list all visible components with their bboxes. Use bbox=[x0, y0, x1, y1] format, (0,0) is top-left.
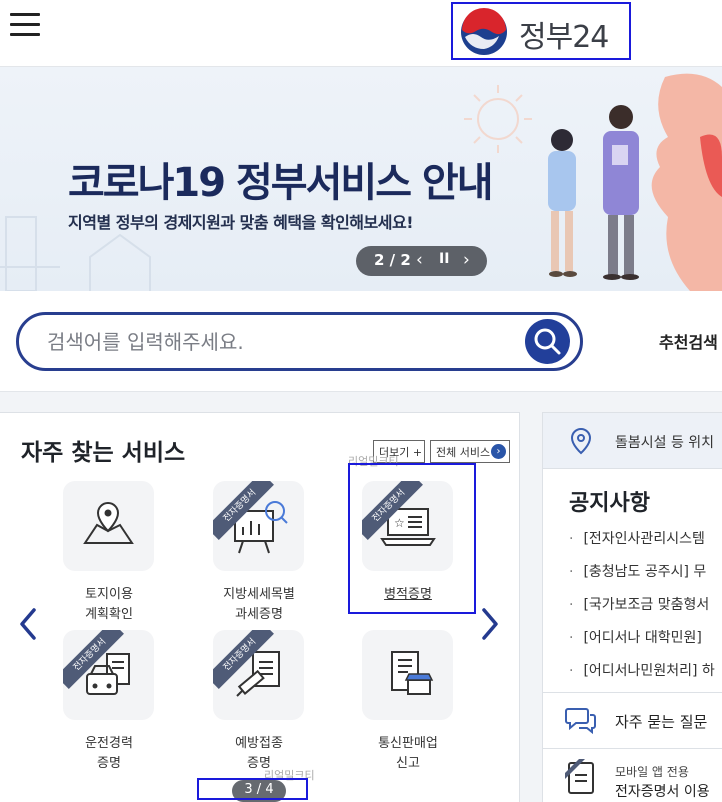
notice-item[interactable]: · [어디서나 대학민원] bbox=[569, 627, 702, 647]
service-label: 토지이용 계획확인 bbox=[85, 587, 133, 622]
banner-subtitle: 지역별 정부의 경제지원과 맞춤 혜택을 확인해보세요! bbox=[68, 213, 414, 232]
search-button[interactable] bbox=[525, 319, 570, 364]
search-box bbox=[16, 312, 583, 371]
mobile-line-1: 모바일 앱 전용 bbox=[615, 765, 689, 779]
notice-text: [전자인사관리시스템 bbox=[583, 531, 705, 547]
pause-icon[interactable]: II bbox=[439, 251, 449, 267]
notice-text: [국가보조금 맞춤형서 bbox=[583, 597, 710, 613]
slide-counter: 2 / 2 bbox=[374, 251, 411, 269]
notice-item[interactable]: · [충청남도 공주시] 무 bbox=[569, 561, 706, 581]
notice-title: 공지사항 bbox=[569, 491, 650, 516]
taegeuk-logo-icon bbox=[461, 8, 507, 55]
all-services-button[interactable]: 전체 서비스 › bbox=[430, 440, 510, 463]
notice-text: [어디서나 대학민원] bbox=[583, 630, 702, 646]
search-section: 추천검색 bbox=[0, 291, 722, 392]
service-item-local-tax[interactable]: 전자증명서 지방세세목별 과세증명 bbox=[199, 481, 319, 631]
notice-text: [충청남도 공주시] 무 bbox=[583, 564, 707, 580]
search-input[interactable] bbox=[47, 327, 477, 357]
syringe-document-icon: 전자증명서 bbox=[213, 630, 304, 720]
notice-item[interactable]: · [어디서나민원처리] 하 bbox=[569, 660, 715, 680]
service-item-land-use[interactable]: 토지이용 계획확인 bbox=[49, 481, 169, 631]
search-icon bbox=[534, 328, 561, 355]
arrow-right-icon: › bbox=[491, 444, 506, 459]
highlight-box bbox=[197, 778, 308, 800]
slider-control: 2 / 2 ‹ II › bbox=[356, 246, 487, 276]
service-label: 지방세세목별 과세증명 bbox=[223, 587, 295, 622]
chevron-right-icon[interactable] bbox=[478, 606, 502, 642]
chat-bubble-icon bbox=[565, 708, 596, 735]
logo-text: 정부24 bbox=[519, 20, 609, 55]
chevron-left-icon[interactable] bbox=[16, 606, 40, 642]
chevron-left-icon[interactable]: ‹ bbox=[416, 250, 423, 270]
gov24-logo[interactable]: 정부24 bbox=[451, 2, 631, 60]
faq-link[interactable]: 자주 묻는 질문 bbox=[543, 692, 722, 748]
recommended-search-label[interactable]: 추천검색 bbox=[659, 329, 718, 353]
chart-board-icon: 전자증명서 bbox=[213, 481, 304, 571]
care-facility-link[interactable]: 돌봄시설 등 위치 bbox=[543, 413, 722, 469]
mobile-certificate-icon bbox=[565, 759, 594, 794]
service-item-online-sales[interactable]: 통신판매업 신고 bbox=[348, 630, 468, 780]
app-header: 정부24 bbox=[0, 0, 722, 67]
service-label: 운전경력 증명 bbox=[85, 736, 133, 771]
chevron-right-icon[interactable]: › bbox=[463, 250, 470, 270]
mobile-line-2: 전자증명서 이용 bbox=[615, 784, 710, 800]
highlight-box bbox=[348, 463, 476, 614]
banner-title: 코로나19 정부서비스 안내 bbox=[68, 160, 494, 206]
notice-item[interactable]: · [전자인사관리시스템 bbox=[569, 528, 705, 548]
section-title: 자주 찾는 서비스 bbox=[21, 440, 186, 466]
hamburger-menu-icon[interactable] bbox=[10, 11, 42, 39]
notice-text: [어디서나민원처리] 하 bbox=[583, 663, 715, 679]
map-pin-icon bbox=[63, 481, 154, 571]
service-item-driving-record[interactable]: 전자증명서 운전경력 증명 bbox=[49, 630, 169, 780]
faq-text: 자주 묻는 질문 bbox=[615, 713, 708, 731]
care-facility-text: 돌봄시설 등 위치 bbox=[615, 435, 715, 451]
hero-banner[interactable]: 코로나19 정부서비스 안내 지역별 정부의 경제지원과 맞춤 혜택을 확인해보… bbox=[0, 67, 722, 291]
mobile-app-link[interactable]: 모바일 앱 전용 전자증명서 이용 bbox=[543, 748, 722, 802]
notice-item[interactable]: · [국가보조금 맞춤형서 bbox=[569, 594, 709, 614]
service-item-vaccination[interactable]: 전자증명서 예방접종 증명 bbox=[199, 630, 319, 780]
all-services-label: 전체 서비스 bbox=[436, 446, 491, 459]
location-pin-icon bbox=[570, 427, 592, 455]
service-label: 통신판매업 신고 bbox=[378, 736, 438, 771]
side-panel: 돌봄시설 등 위치 공지사항 · [전자인사관리시스템 · [충청남도 공주시] 무… bbox=[542, 412, 722, 802]
shop-document-icon bbox=[362, 630, 453, 720]
car-document-icon: 전자증명서 bbox=[63, 630, 154, 720]
